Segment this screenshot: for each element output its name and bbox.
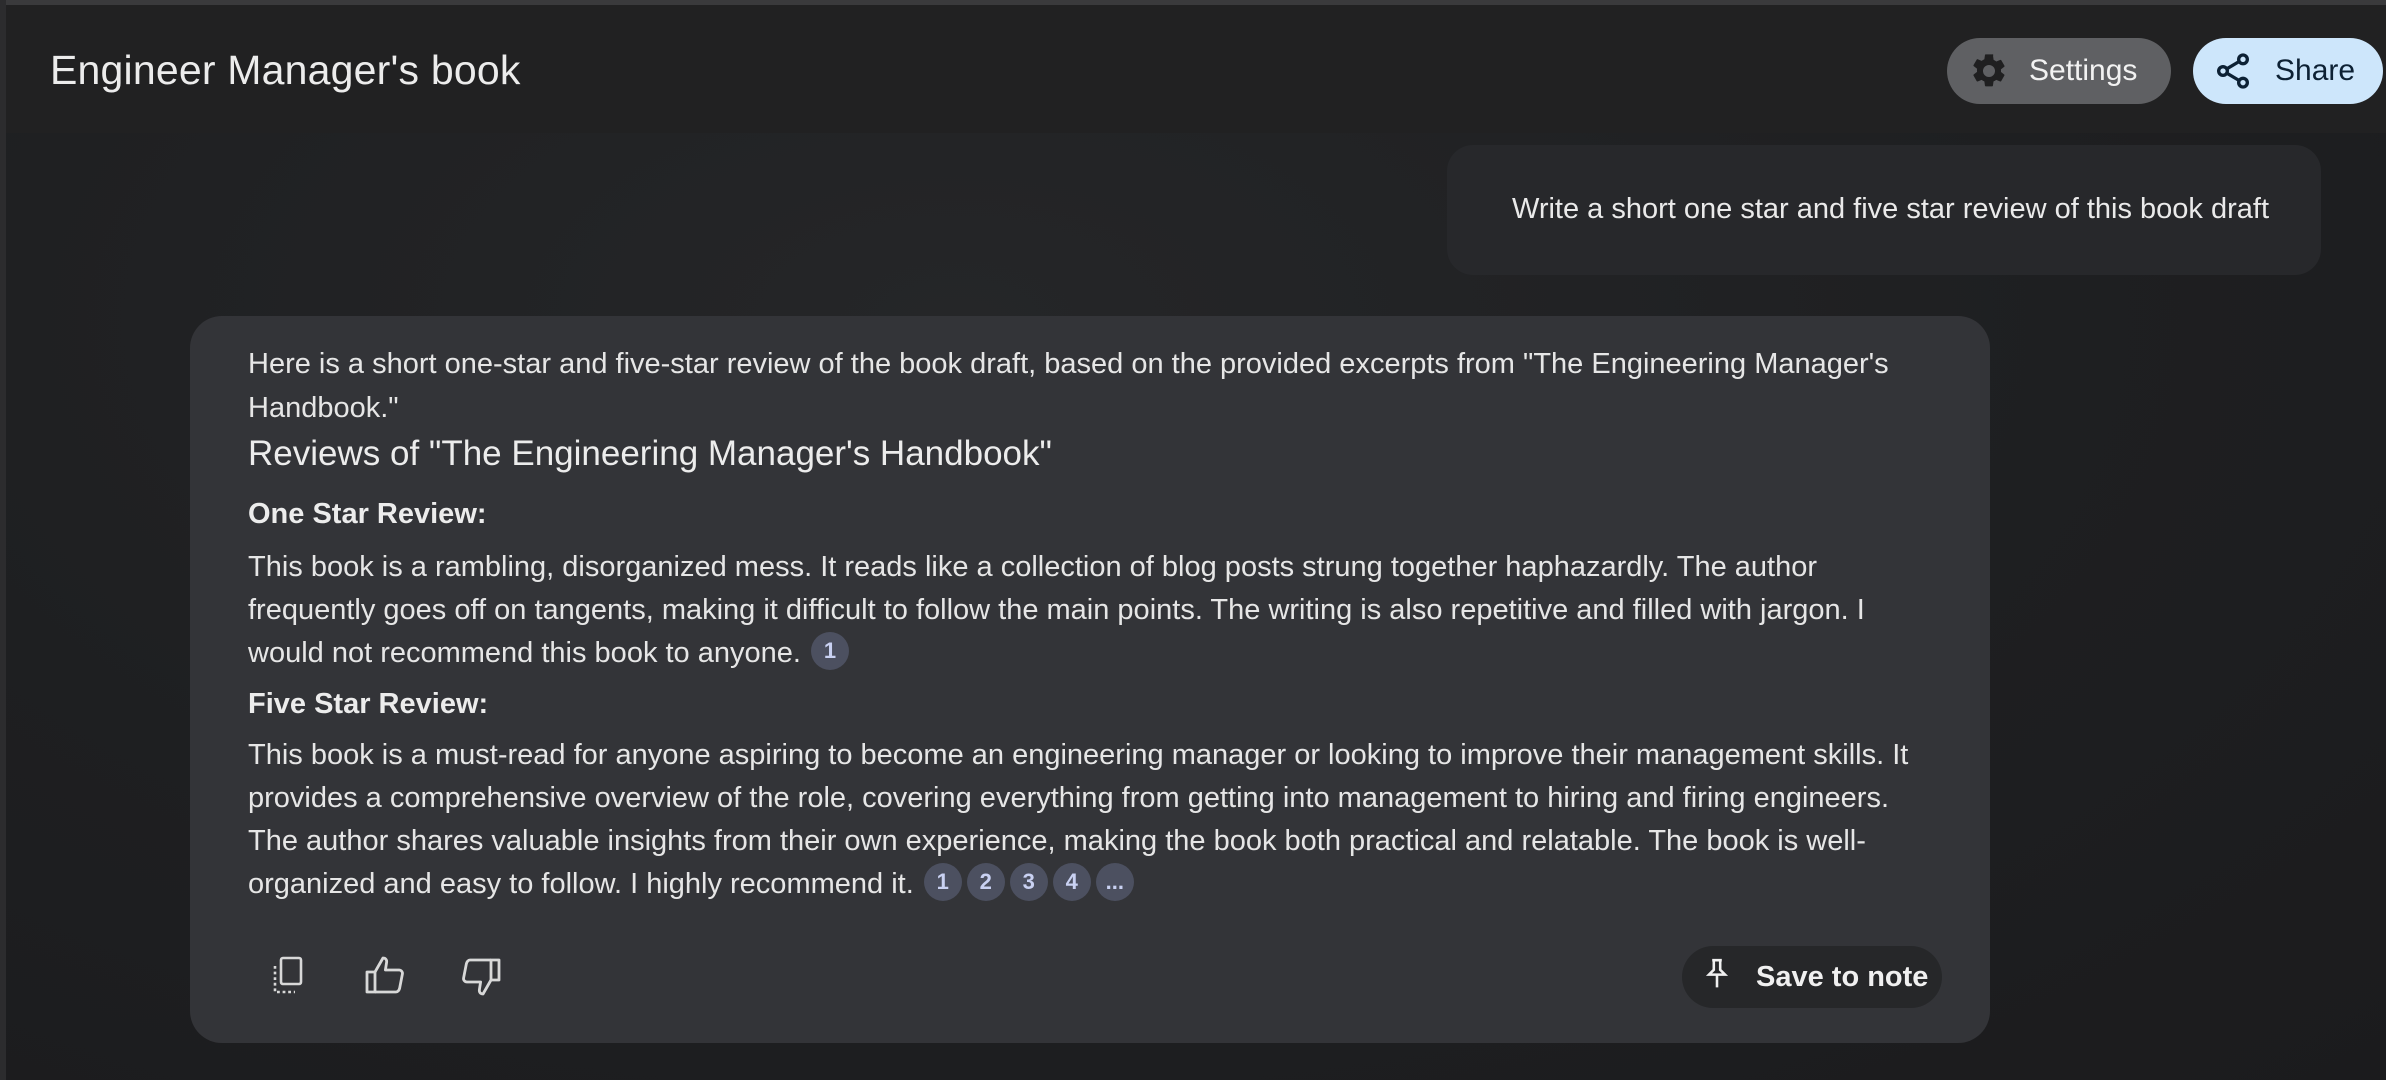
citation-chip[interactable]: 1 (810, 632, 849, 671)
copy-icon[interactable] (265, 952, 313, 1000)
save-to-note-button[interactable]: Save to note (1682, 946, 1942, 1008)
one-star-review: This book is a rambling, disorganized me… (248, 546, 1928, 675)
response-actions (265, 952, 505, 1000)
one-star-label: One Star Review: (248, 498, 487, 530)
five-star-label: Five Star Review: (248, 688, 489, 720)
header-bar: Engineer Manager's book Settings Share (6, 5, 2386, 133)
citation-chip[interactable]: 2 (966, 863, 1005, 902)
settings-label: Settings (2029, 54, 2138, 87)
user-message-text: Write a short one star and five star rev… (1511, 193, 2269, 225)
user-message-bubble: Write a short one star and five star rev… (1447, 145, 2321, 275)
five-star-review: This book is a must-read for anyone aspi… (248, 734, 1928, 906)
response-card: Here is a short one-star and five-star r… (190, 316, 1990, 1043)
citation-chip[interactable]: 1 (923, 863, 962, 902)
save-to-note-label: Save to note (1756, 960, 1929, 993)
share-icon (2213, 51, 2253, 91)
thumbs-up-icon[interactable] (361, 952, 409, 1000)
citation-more-chip[interactable]: ... (1095, 863, 1134, 902)
response-intro: Here is a short one-star and five-star r… (248, 348, 1889, 424)
settings-button[interactable]: Settings (1947, 38, 2171, 104)
response-heading: Reviews of "The Engineering Manager's Ha… (248, 434, 1052, 473)
share-button[interactable]: Share (2193, 38, 2383, 104)
pin-icon (1704, 957, 1730, 997)
share-label: Share (2275, 54, 2356, 87)
thumbs-down-icon[interactable] (457, 952, 505, 1000)
page-title: Engineer Manager's book (50, 47, 521, 93)
citation-chip[interactable]: 3 (1009, 863, 1048, 902)
gear-icon (1969, 51, 2009, 91)
one-star-text: This book is a rambling, disorganized me… (248, 551, 1865, 669)
citation-chip[interactable]: 4 (1052, 863, 1091, 902)
